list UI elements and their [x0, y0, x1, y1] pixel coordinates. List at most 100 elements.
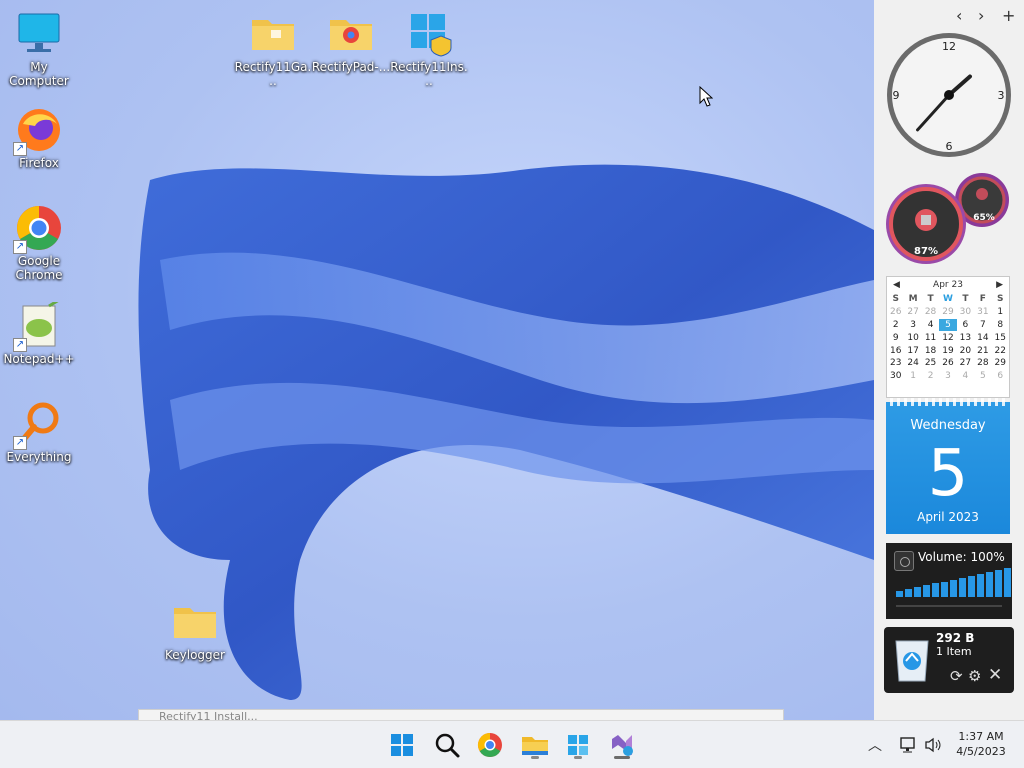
taskbar-visual-studio-button[interactable] [606, 729, 638, 761]
calendar-day-cell[interactable]: 3 [904, 319, 921, 332]
calendar-day-cell[interactable]: 4 [957, 370, 974, 383]
clock-numeral-9: 9 [893, 89, 900, 102]
search-button[interactable] [431, 729, 463, 761]
calendar-day-cell[interactable]: 8 [992, 319, 1009, 332]
desktop-icon-rectifypad[interactable]: RectifyPad-... [311, 10, 391, 74]
calendar-day-cell[interactable]: 11 [922, 331, 939, 344]
start-icon [391, 734, 413, 756]
calendar-day-cell[interactable]: 28 [922, 306, 939, 319]
clock-gadget[interactable]: 12 3 6 9 [884, 30, 1014, 160]
calendar-day-cell[interactable]: 4 [922, 319, 939, 332]
desktop-icon-firefox[interactable]: ↗ Firefox [0, 106, 79, 170]
calendar-day-cell[interactable]: 27 [957, 357, 974, 370]
calendar-day-cell[interactable]: 18 [922, 344, 939, 357]
desktop-icon-notepadpp[interactable]: ↗ Notepad++ [0, 298, 79, 366]
taskbar-chrome-button[interactable] [474, 729, 506, 761]
calendar-day-cell[interactable]: 16 [887, 344, 904, 357]
volume-gadget[interactable]: Volume: 100% [886, 543, 1012, 619]
sidebar-prev-button[interactable]: ‹ [956, 6, 962, 25]
desktop-icon-rectify11ins[interactable]: Rectify11Ins... [389, 10, 469, 88]
calendar-grid: SMTWTFS 26 27 28 29 30 31 1 2 3 4 5 6 7 8 9 10 11 12 13 14 1… [887, 293, 1009, 383]
taskbar-clock[interactable]: 1:37 AM 4/5/2023 [946, 729, 1016, 759]
volume-icon[interactable] [923, 735, 943, 755]
gear-icon[interactable]: ⚙ [968, 667, 981, 685]
volume-label: Volume: 100% [918, 550, 1005, 564]
empty-bin-close-icon[interactable]: ✕ [988, 665, 1002, 685]
calendar-day-cell[interactable]: 6 [992, 370, 1009, 383]
recycle-bin-item-count: 1 Item [936, 645, 972, 658]
mini-calendar-gadget[interactable]: ◀ Apr 23 ▶ SMTWTFS 26 27 28 29 30 31 1 2 3 4 5 6 7 8 9… [886, 276, 1010, 398]
cpu-meter-value: 87% [914, 246, 938, 257]
calendar-day-cell[interactable]: 26 [887, 306, 904, 319]
calendar-day-cell[interactable]: 2 [887, 319, 904, 332]
calendar-day-cell[interactable]: 3 [939, 370, 956, 383]
firefox-icon: ↗ [13, 106, 63, 156]
calendar-day-cell[interactable]: 28 [974, 357, 991, 370]
calendar-day-cell[interactable]: 6 [957, 319, 974, 332]
calendar-next-month-button[interactable]: ▶ [996, 280, 1003, 290]
calendar-day-cell[interactable]: 7 [974, 319, 991, 332]
calendar-day-cell[interactable]: 30 [887, 370, 904, 383]
folder-chrome-icon [327, 10, 375, 58]
calendar-day-cell[interactable]: 2 [922, 370, 939, 383]
calendar-day-cell[interactable]: 29 [939, 306, 956, 319]
monitor-icon [15, 10, 63, 58]
desktop-icon-label: Rectify11Ins... [390, 60, 468, 88]
network-icon[interactable] [898, 735, 918, 755]
desktop-icon-chrome[interactable]: ↗ Google Chrome [0, 204, 79, 282]
volume-bar [923, 585, 930, 597]
taskbar-date: 4/5/2023 [956, 745, 1006, 758]
calendar-day-cell[interactable]: 15 [992, 331, 1009, 344]
calendar-day-cell[interactable]: 22 [992, 344, 1009, 357]
calendar-day-cell[interactable]: 12 [939, 331, 956, 344]
calendar-weekday-header: W [943, 294, 953, 305]
calendar-day-number: 5 [927, 437, 969, 511]
calendar-prev-month-button[interactable]: ◀ [893, 280, 900, 290]
calendar-day-cell[interactable]: 30 [957, 306, 974, 319]
running-indicator [574, 756, 582, 759]
calendar-day-cell[interactable]: 1 [904, 370, 921, 383]
calendar-day-cell[interactable]: 27 [904, 306, 921, 319]
magnifier-icon: ↗ [13, 400, 63, 450]
calendar-day-cell[interactable]: 24 [904, 357, 921, 370]
tray-overflow-chevron-icon[interactable]: ︿ [868, 735, 882, 755]
calendar-day-cell[interactable]: 26 [939, 357, 956, 370]
calendar-day-cell[interactable]: 19 [939, 344, 956, 357]
partial-window-title: Rectify11 Install... [159, 710, 258, 720]
calendar-day-cell[interactable]: 21 [974, 344, 991, 357]
desktop-icon-label: Keylogger [165, 648, 225, 662]
desktop-icon-everything[interactable]: ↗ Everything [0, 400, 79, 464]
calendar-day-cell[interactable]: 25 [922, 357, 939, 370]
recycle-bin-size: 292 B [936, 631, 975, 645]
calendar-weekday-header: S [997, 294, 1004, 305]
refresh-icon[interactable]: ⟳ [950, 667, 963, 685]
calendar-day-cell[interactable]: 17 [904, 344, 921, 357]
clock-numeral-12: 12 [942, 40, 956, 53]
calendar-day-cell[interactable]: 9 [887, 331, 904, 344]
start-button[interactable] [386, 729, 418, 761]
recycle-bin-gadget[interactable]: 292 B 1 Item ⟳ ⚙ ✕ [884, 627, 1014, 693]
desktop-icon-my-computer[interactable]: My Computer [0, 10, 79, 88]
taskbar-file-explorer-button[interactable] [519, 729, 551, 761]
calendar-day-cell[interactable]: 29 [992, 357, 1009, 370]
calendar-day-cell[interactable]: 23 [887, 357, 904, 370]
desktop-icon-keylogger[interactable]: Keylogger [155, 598, 235, 662]
taskbar-rectify-installer-button[interactable] [562, 729, 594, 761]
calendar-day-cell[interactable]: 20 [957, 344, 974, 357]
calendar-day-cell[interactable]: 5 [939, 318, 957, 332]
partial-window[interactable]: Rectify11 Install... [138, 709, 784, 720]
volume-track[interactable] [896, 605, 1002, 607]
calendar-day-cell[interactable]: 1 [992, 306, 1009, 319]
gadget-sidebar: ‹ › + 12 3 6 9 65% 87% ◀ Apr 23 ▶ SMTWTF… [874, 0, 1024, 720]
calendar-day-cell[interactable]: 10 [904, 331, 921, 344]
sidebar-add-gadget-button[interactable]: + [1002, 6, 1015, 25]
calendar-weekday: Wednesday [910, 418, 986, 433]
calendar-day-cell[interactable]: 13 [957, 331, 974, 344]
calendar-day-cell[interactable]: 31 [974, 306, 991, 319]
desktop-icon-rectify11ga[interactable]: Rectify11Ga... [233, 10, 313, 88]
date-calendar-gadget[interactable]: Wednesday 5 April 2023 [886, 398, 1010, 534]
calendar-day-cell[interactable]: 14 [974, 331, 991, 344]
cpu-meter-gadget[interactable]: 65% 87% [882, 170, 1016, 266]
sidebar-next-button[interactable]: › [978, 6, 984, 25]
calendar-day-cell[interactable]: 5 [974, 370, 991, 383]
